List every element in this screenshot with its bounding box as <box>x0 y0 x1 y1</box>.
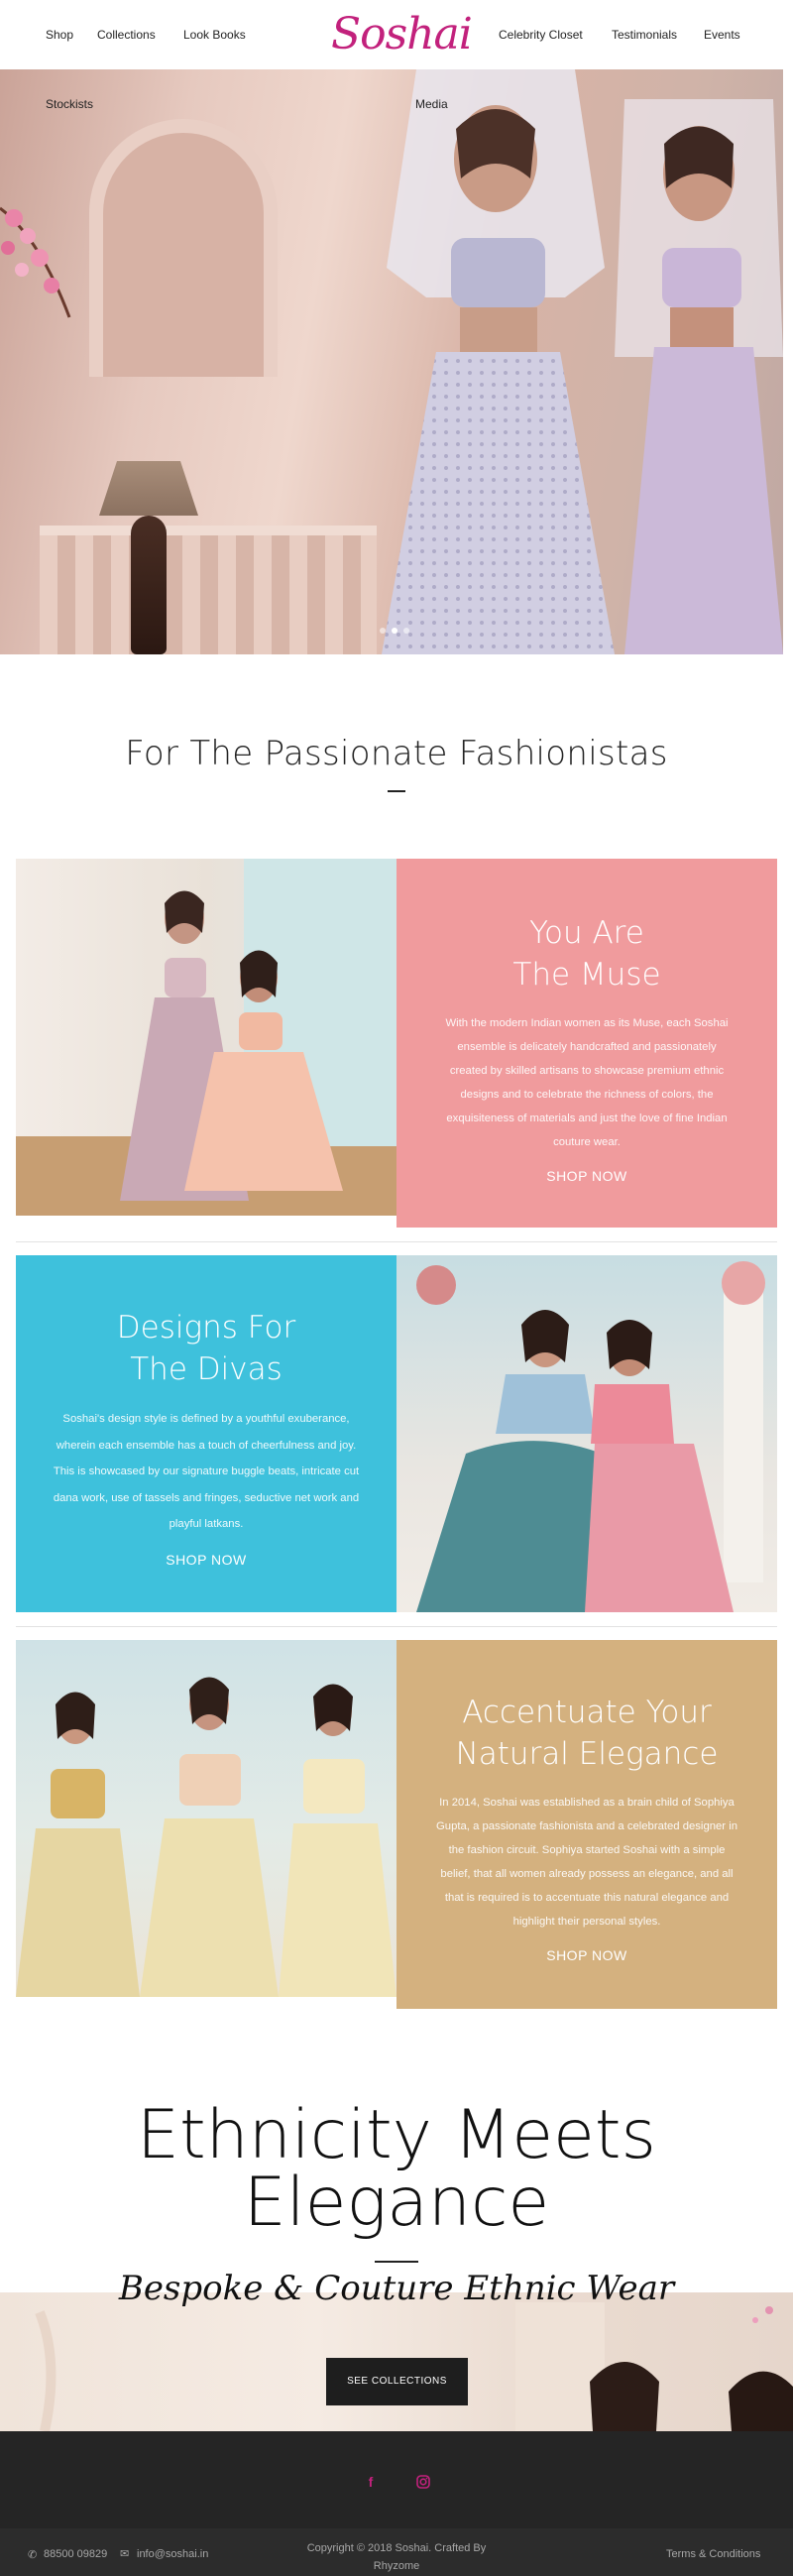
nav-celebrity-closet[interactable]: Celebrity Closet <box>499 28 583 42</box>
footer-email[interactable]: info@soshai.in <box>137 2548 208 2560</box>
nav-collections[interactable]: Collections <box>97 28 156 42</box>
hero-arch-decor <box>89 119 278 377</box>
section-divider <box>16 1241 777 1242</box>
divas-shop-now-link[interactable]: SHOP NOW <box>166 1552 247 1568</box>
rhyzome-link[interactable]: Rhyzome <box>374 2560 419 2572</box>
footer-phone[interactable]: 88500 09829 <box>44 2548 107 2560</box>
muse-panel: You Are The Muse With the modern Indian … <box>396 859 777 1228</box>
nav-testimonials[interactable]: Testimonials <box>612 28 677 42</box>
section-title: For The Passionate Fashionistas <box>125 734 668 773</box>
slider-dots <box>380 628 409 634</box>
elegance-photo <box>16 1640 396 1997</box>
elegance-shop-now-link[interactable]: SHOP NOW <box>546 1947 627 1963</box>
slider-dot-3[interactable] <box>403 628 409 634</box>
phone-icon: ✆ <box>28 2549 38 2561</box>
slider-dot-2[interactable] <box>392 628 397 634</box>
soshai-logo[interactable]: Soshai <box>331 6 473 63</box>
nav-look-books[interactable]: Look Books <box>183 28 246 42</box>
divas-panel: Designs For The Divas Soshai's design st… <box>16 1255 396 1612</box>
nav-stockists[interactable]: Stockists <box>46 97 93 111</box>
lamp-image <box>99 461 198 516</box>
facebook-icon[interactable]: f <box>362 2473 380 2491</box>
email-icon: ✉ <box>120 2548 130 2560</box>
lamp-base-image <box>131 516 167 654</box>
blossom-image <box>0 206 71 318</box>
elegance-title-line-1: Accentuate Your <box>462 1695 712 1730</box>
slider-dot-1[interactable] <box>380 628 386 634</box>
divas-description: Soshai's design style is defined by a yo… <box>53 1413 360 1530</box>
terms-link[interactable]: Terms & Conditions <box>666 2548 760 2560</box>
showcase-title-line-2: Elegance <box>243 2164 550 2242</box>
showcase-title: Ethnicity Meets Elegance <box>0 2102 793 2237</box>
muse-shop-now-link[interactable]: SHOP NOW <box>546 1168 627 1184</box>
elegance-description: In 2014, Soshai was established as a bra… <box>436 1797 737 1928</box>
muse-photo <box>16 859 396 1216</box>
instagram-icon[interactable] <box>414 2473 432 2491</box>
elegance-panel: Accentuate Your Natural Elegance In 2014… <box>396 1640 777 2009</box>
hero-slider <box>0 69 783 654</box>
showcase-underline <box>375 2261 418 2263</box>
elegance-title-line-2: Natural Elegance <box>455 1736 719 1772</box>
copyright-line-1: Copyright © 2018 Soshai. Crafted By <box>306 2542 487 2554</box>
footer-copyright: Copyright © 2018 Soshai. Crafted By Rhyz… <box>287 2539 506 2575</box>
divas-title-line-1: Designs For <box>116 1310 296 1346</box>
nav-media[interactable]: Media <box>415 97 448 111</box>
showcase-subtitle: Bespoke & Couture Ethnic Wear <box>118 2269 675 2308</box>
hero-model-image <box>382 69 615 654</box>
nav-shop[interactable]: Shop <box>46 28 73 42</box>
hero-frieze-decor <box>40 526 377 654</box>
footer <box>0 2431 793 2542</box>
muse-description: With the modern Indian women as its Muse… <box>445 1017 729 1148</box>
title-underline <box>388 790 405 792</box>
muse-title-line-2: The Muse <box>512 957 661 993</box>
divas-title-line-2: The Divas <box>130 1351 283 1387</box>
nav-events[interactable]: Events <box>704 28 740 42</box>
divas-photo <box>396 1255 777 1612</box>
hero-model-2-image <box>615 99 783 654</box>
see-collections-button[interactable]: SEE COLLECTIONS <box>326 2358 468 2405</box>
site-header: Shop Collections Look Books Soshai Celeb… <box>0 0 793 69</box>
muse-title-line-1: You Are <box>529 915 644 951</box>
section-divider-2 <box>16 1626 777 1627</box>
